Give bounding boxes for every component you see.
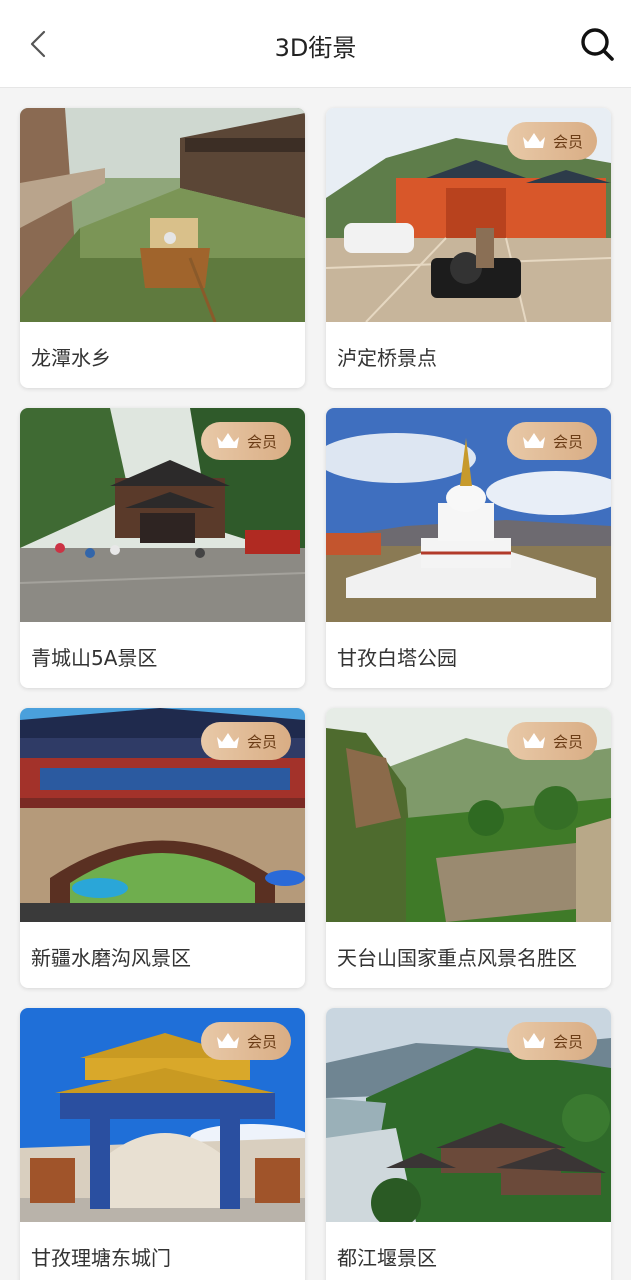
- crown-icon: [522, 133, 545, 148]
- crown-icon: [522, 733, 545, 748]
- member-badge: 会员: [201, 422, 291, 460]
- crown-icon: [522, 433, 545, 448]
- member-badge: 会员: [201, 1022, 291, 1060]
- scenic-card[interactable]: 会员 天台山国家重点风景名胜区: [326, 708, 611, 988]
- member-badge: 会员: [507, 722, 597, 760]
- card-label: 都江堰景区: [337, 1246, 437, 1270]
- card-label: 青城山5A景区: [31, 646, 158, 670]
- crown-icon: [216, 733, 239, 748]
- member-badge: 会员: [201, 722, 291, 760]
- scenic-card[interactable]: 会员 新疆水磨沟风景区: [20, 708, 305, 988]
- scenic-card[interactable]: 会员 泸定桥景点: [326, 108, 611, 388]
- card-label: 甘孜理塘东城门: [31, 1246, 171, 1270]
- top-bar: 3D街景: [0, 0, 631, 88]
- scenic-card[interactable]: 会员 甘孜理塘东城门: [20, 1008, 305, 1280]
- crown-icon: [216, 1033, 239, 1048]
- search-icon[interactable]: [577, 24, 617, 64]
- crown-icon: [216, 433, 239, 448]
- card-label: 龙潭水乡: [31, 346, 111, 370]
- member-badge: 会员: [507, 1022, 597, 1060]
- page-title: 3D街景: [274, 34, 357, 62]
- card-label: 泸定桥景点: [337, 346, 437, 370]
- member-badge: 会员: [507, 422, 597, 460]
- member-badge-label: 会员: [246, 1032, 277, 1051]
- member-badge-label: 会员: [552, 1032, 583, 1051]
- member-badge-label: 会员: [552, 432, 583, 451]
- card-label: 甘孜白塔公园: [337, 646, 457, 670]
- card-label: 新疆水磨沟风景区: [31, 946, 191, 970]
- card-label: 天台山国家重点风景名胜区: [337, 946, 577, 970]
- member-badge-label: 会员: [552, 132, 583, 151]
- scenic-card[interactable]: 龙潭水乡: [20, 108, 305, 388]
- crown-icon: [522, 1033, 545, 1048]
- member-badge: 会员: [507, 122, 597, 160]
- scenic-card[interactable]: 会员 都江堰景区: [326, 1008, 611, 1280]
- member-badge-label: 会员: [246, 432, 277, 451]
- scenic-card[interactable]: 会员 甘孜白塔公园: [326, 408, 611, 688]
- member-badge-label: 会员: [552, 732, 583, 751]
- card-thumbnail: [20, 108, 305, 322]
- scenic-card[interactable]: 会员 青城山5A景区: [20, 408, 305, 688]
- member-badge-label: 会员: [246, 732, 277, 751]
